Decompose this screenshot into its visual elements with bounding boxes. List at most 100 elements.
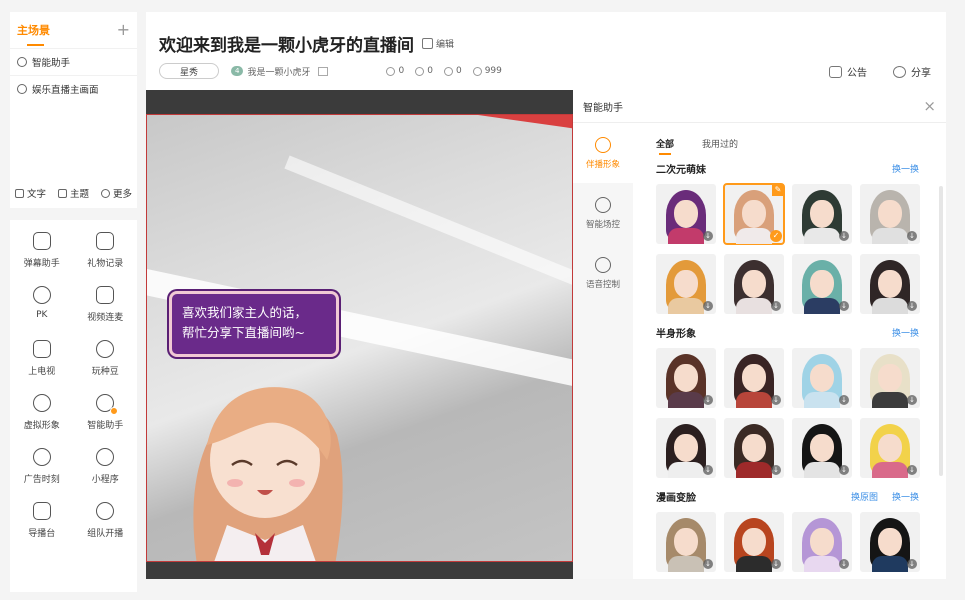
active-dot-icon bbox=[110, 407, 119, 415]
avatar-option[interactable]: ✎ ✓ bbox=[723, 183, 785, 245]
refresh-link[interactable]: 换一换 bbox=[892, 162, 919, 175]
avatar-option[interactable]: ↓ bbox=[860, 512, 920, 572]
nav-smart-control[interactable]: 智能场控 bbox=[573, 183, 633, 243]
tool-virtual-avatar[interactable]: 虚拟形象 bbox=[10, 394, 74, 448]
section-header: 二次元萌妹 换一换 bbox=[656, 161, 946, 176]
download-icon[interactable]: ↓ bbox=[703, 301, 713, 311]
shirt-icon bbox=[57, 188, 67, 198]
avatar-option[interactable]: ↓ bbox=[860, 348, 920, 408]
download-icon[interactable]: ↓ bbox=[771, 395, 781, 405]
download-icon[interactable]: ↓ bbox=[771, 465, 781, 475]
tab-used[interactable]: 我用过的 bbox=[702, 137, 738, 150]
room-stats: 0 0 0 999 bbox=[386, 66, 502, 76]
download-icon[interactable]: ↓ bbox=[907, 559, 917, 569]
tool-gift-record[interactable]: 礼物记录 bbox=[74, 232, 138, 286]
share-button[interactable]: 分享 bbox=[893, 64, 931, 79]
download-icon[interactable]: ↓ bbox=[907, 301, 917, 311]
announcement-button[interactable]: 公告 bbox=[829, 64, 867, 79]
scene-item-main-screen[interactable]: 娱乐直播主画面 bbox=[10, 75, 137, 102]
avatar-option[interactable]: ↓ bbox=[792, 418, 852, 478]
tab-all[interactable]: 全部 bbox=[656, 137, 674, 155]
avatar-option[interactable]: ↓ bbox=[724, 418, 784, 478]
nav-label: 智能场控 bbox=[585, 219, 620, 230]
tool-pk[interactable]: PK bbox=[10, 286, 74, 340]
avatar-option[interactable]: ↓ bbox=[792, 184, 852, 244]
download-icon[interactable]: ↓ bbox=[703, 231, 713, 241]
stat-viewers: 0 bbox=[386, 66, 404, 76]
avatar-option[interactable]: ↓ bbox=[724, 254, 784, 314]
tool-label: 组队开播 bbox=[87, 529, 124, 539]
share-label: 分享 bbox=[911, 68, 931, 79]
download-icon[interactable]: ↓ bbox=[839, 465, 849, 475]
download-icon[interactable]: ↓ bbox=[771, 301, 781, 311]
avatar-option[interactable]: ↓ bbox=[860, 254, 920, 314]
tool-mini-program[interactable]: 小程序 bbox=[74, 448, 138, 502]
download-icon[interactable]: ↓ bbox=[771, 559, 781, 569]
original-link[interactable]: 换原图 bbox=[851, 490, 878, 503]
refresh-link[interactable]: 换一换 bbox=[892, 326, 919, 339]
download-icon[interactable]: ↓ bbox=[839, 231, 849, 241]
stat-value: 0 bbox=[398, 66, 405, 76]
avatar-option[interactable]: ↓ bbox=[860, 418, 920, 478]
avatar-option[interactable]: ↓ bbox=[656, 348, 716, 408]
avatar-option[interactable]: ↓ bbox=[724, 348, 784, 408]
assistant-tabs: 全部 我用过的 bbox=[656, 137, 946, 155]
avatar-body bbox=[872, 298, 908, 314]
section-links: 换原图 换一换 bbox=[851, 490, 919, 503]
download-icon[interactable]: ↓ bbox=[907, 395, 917, 405]
download-icon[interactable]: ↓ bbox=[839, 301, 849, 311]
tool-label: 弹幕助手 bbox=[23, 259, 60, 269]
avatar-face bbox=[810, 528, 834, 556]
avatar-face bbox=[742, 364, 766, 392]
close-icon[interactable]: × bbox=[923, 97, 936, 115]
tool-plant-beans[interactable]: 玩种豆 bbox=[74, 340, 138, 394]
tool-danmaku[interactable]: 弹幕助手 bbox=[10, 232, 74, 286]
nav-voice-control[interactable]: 语音控制 bbox=[573, 243, 633, 303]
home-icon[interactable] bbox=[318, 66, 329, 76]
avatar-option[interactable]: ↓ bbox=[656, 418, 716, 478]
refresh-link[interactable]: 换一换 bbox=[892, 490, 919, 503]
avatar-body bbox=[736, 392, 772, 408]
download-icon[interactable]: ↓ bbox=[907, 231, 917, 241]
room-title: 欢迎来到我是一颗小虎牙的直播间 bbox=[159, 36, 414, 56]
download-icon[interactable]: ↓ bbox=[839, 559, 849, 569]
nav-companion-avatar[interactable]: 伴播形象 bbox=[573, 123, 633, 183]
avatar-body bbox=[668, 556, 704, 572]
avatar-face bbox=[674, 270, 698, 298]
tool-video-link[interactable]: 视频连麦 bbox=[74, 286, 138, 340]
avatar-option[interactable]: ↓ bbox=[792, 254, 852, 314]
tool-ad-time[interactable]: 广告时刻 bbox=[10, 448, 74, 502]
avatar-option[interactable]: ↓ bbox=[860, 184, 920, 244]
edit-avatar-icon[interactable]: ✎ bbox=[772, 184, 784, 196]
scene-title[interactable]: 主场景 bbox=[17, 22, 50, 46]
tool-smart-assistant[interactable]: 智能助手 bbox=[74, 394, 138, 448]
add-scene-icon[interactable]: + bbox=[117, 22, 130, 38]
tool-tv[interactable]: 上电视 bbox=[10, 340, 74, 394]
download-icon[interactable]: ↓ bbox=[703, 559, 713, 569]
download-icon[interactable]: ↓ bbox=[907, 465, 917, 475]
section-header: 漫画变脸 换原图 换一换 bbox=[656, 489, 946, 504]
avatar-option[interactable]: ↓ bbox=[656, 184, 716, 244]
text-tool-button[interactable]: 文字 bbox=[15, 186, 46, 200]
smart-assistant-panel: 智能助手 × 伴播形象 智能场控 语音控制 全部 我用过的 二次元萌妹 换一换 ↓ ✎… bbox=[573, 90, 946, 579]
ceiling-pipe bbox=[397, 115, 572, 135]
signal-icon bbox=[472, 66, 482, 76]
scene-item-smart-assistant[interactable]: 智能助手 bbox=[10, 48, 137, 75]
category-tag[interactable]: 星秀 bbox=[159, 63, 219, 79]
tool-team-stream[interactable]: 组队开播 bbox=[74, 502, 138, 556]
theme-tool-button[interactable]: 主题 bbox=[57, 186, 89, 200]
live-preview[interactable]: 喜欢我们家主人的话， 帮忙分享下直播间哟~ bbox=[146, 90, 573, 579]
download-icon[interactable]: ↓ bbox=[839, 395, 849, 405]
download-icon[interactable]: ↓ bbox=[703, 395, 713, 405]
scrollbar[interactable] bbox=[939, 186, 943, 476]
download-icon[interactable]: ↓ bbox=[703, 465, 713, 475]
tool-director[interactable]: 导播台 bbox=[10, 502, 74, 556]
avatar-option[interactable]: ↓ bbox=[724, 512, 784, 572]
avatar-option[interactable]: ↓ bbox=[792, 348, 852, 408]
avatar-option[interactable]: ↓ bbox=[656, 512, 716, 572]
more-tool-button[interactable]: 更多 bbox=[100, 186, 132, 200]
avatar-option[interactable]: ↓ bbox=[656, 254, 716, 314]
edit-title-button[interactable]: 编辑 bbox=[422, 37, 454, 50]
avatar-face bbox=[810, 364, 834, 392]
avatar-option[interactable]: ↓ bbox=[792, 512, 852, 572]
